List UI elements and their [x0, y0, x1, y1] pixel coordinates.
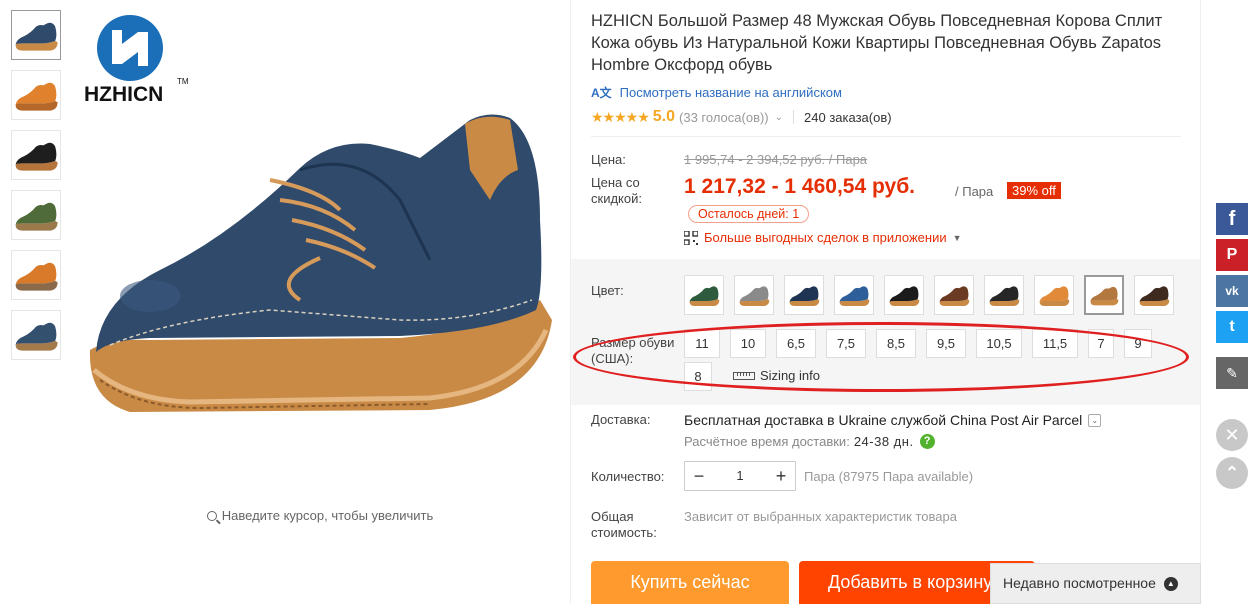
- vk-icon[interactable]: vk: [1216, 275, 1248, 307]
- brand-logo: HZHICN TM: [84, 15, 189, 106]
- color-swatch[interactable]: [984, 275, 1024, 315]
- quantity-available: Пара (87975 Пара available): [804, 469, 974, 484]
- size-option[interactable]: 11: [684, 329, 720, 358]
- divider: [591, 136, 1181, 137]
- size-option[interactable]: 7: [1088, 329, 1114, 358]
- thumbnail-list: [11, 10, 61, 370]
- share-sidebar: f P vk t ✎: [1216, 203, 1248, 393]
- votes-count[interactable]: (33 голоса(ов)): [679, 110, 769, 125]
- color-swatch[interactable]: [734, 275, 774, 315]
- discount-price: 1 217,32 - 1 460,54 руб.: [684, 175, 916, 198]
- app-deals-text[interactable]: Больше выгодных сделок в приложении: [704, 230, 947, 245]
- recently-viewed-text[interactable]: Недавно посмотренное: [1003, 564, 1156, 603]
- thumbnail-image[interactable]: [11, 10, 61, 60]
- thumbnail-image[interactable]: [11, 310, 61, 360]
- product-title: HZHICN Большой Размер 48 Мужская Обувь П…: [591, 12, 1163, 74]
- translate-icon: A文: [591, 86, 612, 100]
- rating-row: ★★★★★ 5.0 (33 голоса(ов)) ⌄ 240 заказа(о…: [591, 108, 892, 126]
- quantity-label: Количество:: [591, 469, 665, 484]
- brand-logo-text: HZHICN: [84, 83, 163, 106]
- color-swatch[interactable]: [1034, 275, 1074, 315]
- size-option[interactable]: 6,5: [776, 329, 816, 358]
- color-swatch[interactable]: [784, 275, 824, 315]
- edit-icon[interactable]: ✎: [1216, 357, 1248, 389]
- delivery-estimate-label: Расчётное время доставки:: [684, 434, 850, 449]
- sizing-info-text[interactable]: Sizing info: [760, 368, 820, 383]
- close-icon[interactable]: ✕: [1216, 419, 1248, 451]
- chevron-up-icon[interactable]: ▲: [1163, 576, 1178, 591]
- facebook-icon[interactable]: f: [1216, 203, 1248, 235]
- star-rating-icon: ★★★★★: [591, 108, 650, 125]
- color-swatch[interactable]: [684, 275, 724, 315]
- size-option[interactable]: 7,5: [826, 329, 866, 358]
- translate-link[interactable]: A文 Посмотреть название на английском: [591, 84, 842, 101]
- thumbnail-image[interactable]: [11, 130, 61, 180]
- total-value: Зависит от выбранных характеристик товар…: [684, 509, 957, 524]
- price-unit: / Пара: [955, 184, 994, 199]
- separator: [793, 110, 795, 124]
- chevron-down-icon[interactable]: ⌄: [775, 112, 783, 123]
- twitter-icon[interactable]: t: [1216, 311, 1248, 343]
- discount-price-label: Цена со скидкой:: [591, 175, 642, 206]
- color-swatch[interactable]: [884, 275, 924, 315]
- buy-now-button[interactable]: Купить сейчас: [591, 561, 789, 604]
- sizing-info-link[interactable]: Sizing info: [733, 368, 820, 383]
- recently-viewed-bar[interactable]: Недавно посмотренное ▲: [990, 563, 1201, 604]
- color-swatch[interactable]: [1134, 275, 1174, 315]
- shipping-option-text[interactable]: Бесплатная доставка в Ukraine службой Ch…: [684, 412, 1082, 428]
- magnifier-icon: [206, 511, 217, 521]
- scroll-top-icon[interactable]: ⌃: [1216, 457, 1248, 489]
- app-deals-link[interactable]: Больше выгодных сделок в приложении ▼: [684, 230, 962, 245]
- days-left-badge: Осталось дней: 1: [688, 205, 810, 223]
- translate-link-text[interactable]: Посмотреть название на английском: [620, 85, 842, 100]
- discount-badge: 39% off: [1007, 182, 1061, 199]
- size-option[interactable]: 8,5: [876, 329, 916, 358]
- thumbnail-image[interactable]: [11, 250, 61, 300]
- thumbnail-image[interactable]: [11, 190, 61, 240]
- color-swatch[interactable]: [934, 275, 974, 315]
- size-option[interactable]: 11,5: [1032, 329, 1078, 358]
- color-swatch[interactable]: [1084, 275, 1124, 315]
- color-label: Цвет:: [591, 283, 624, 298]
- brand-logo-tm: TM: [177, 77, 189, 86]
- pinterest-icon[interactable]: P: [1216, 239, 1248, 271]
- caret-down-icon[interactable]: ▼: [953, 233, 962, 243]
- color-swatch[interactable]: [834, 275, 874, 315]
- divider: [1200, 0, 1201, 604]
- color-options: [684, 275, 1184, 315]
- shoe-image: HZHICN TM: [84, 15, 552, 412]
- delivery-estimate-days: 24-38 дн.: [853, 434, 914, 449]
- size-option[interactable]: 10,5: [976, 329, 1022, 358]
- total-label: Общая стоимость:: [591, 509, 657, 540]
- shipping-option[interactable]: Бесплатная доставка в Ukraine службой Ch…: [684, 412, 1102, 428]
- qr-code-icon: [684, 230, 698, 245]
- main-product-image[interactable]: HZHICN TM: [70, 0, 570, 500]
- thumbnail-image[interactable]: [11, 70, 61, 120]
- size-option[interactable]: 9: [1124, 329, 1152, 358]
- delivery-estimate: Расчётное время доставки: 24-38 дн. ?: [684, 434, 935, 449]
- original-price: 1 995,74 - 2 394,52 руб. / Пара: [684, 152, 868, 167]
- size-option[interactable]: 9,5: [926, 329, 966, 358]
- rating-value: 5.0: [652, 108, 676, 125]
- chevron-down-icon[interactable]: ⌄: [1088, 413, 1102, 427]
- size-option[interactable]: 8: [684, 362, 712, 391]
- size-label: Размер обуви (США):: [591, 335, 675, 366]
- help-icon[interactable]: ?: [919, 434, 935, 449]
- quantity-input[interactable]: 1: [713, 462, 767, 490]
- ruler-icon: [733, 371, 755, 380]
- zoom-hint-text: Наведите курсор, чтобы увеличить: [221, 508, 434, 523]
- increase-quantity-button[interactable]: +: [767, 462, 795, 490]
- zoom-hint: Наведите курсор, чтобы увеличить: [70, 508, 570, 523]
- size-option[interactable]: 10: [730, 329, 766, 358]
- decrease-quantity-button[interactable]: −: [685, 462, 713, 490]
- orders-count: 240 заказа(ов): [804, 109, 892, 125]
- quantity-stepper: − 1 +: [684, 461, 796, 491]
- shipping-label: Доставка:: [591, 412, 651, 427]
- price-label: Цена:: [591, 152, 626, 167]
